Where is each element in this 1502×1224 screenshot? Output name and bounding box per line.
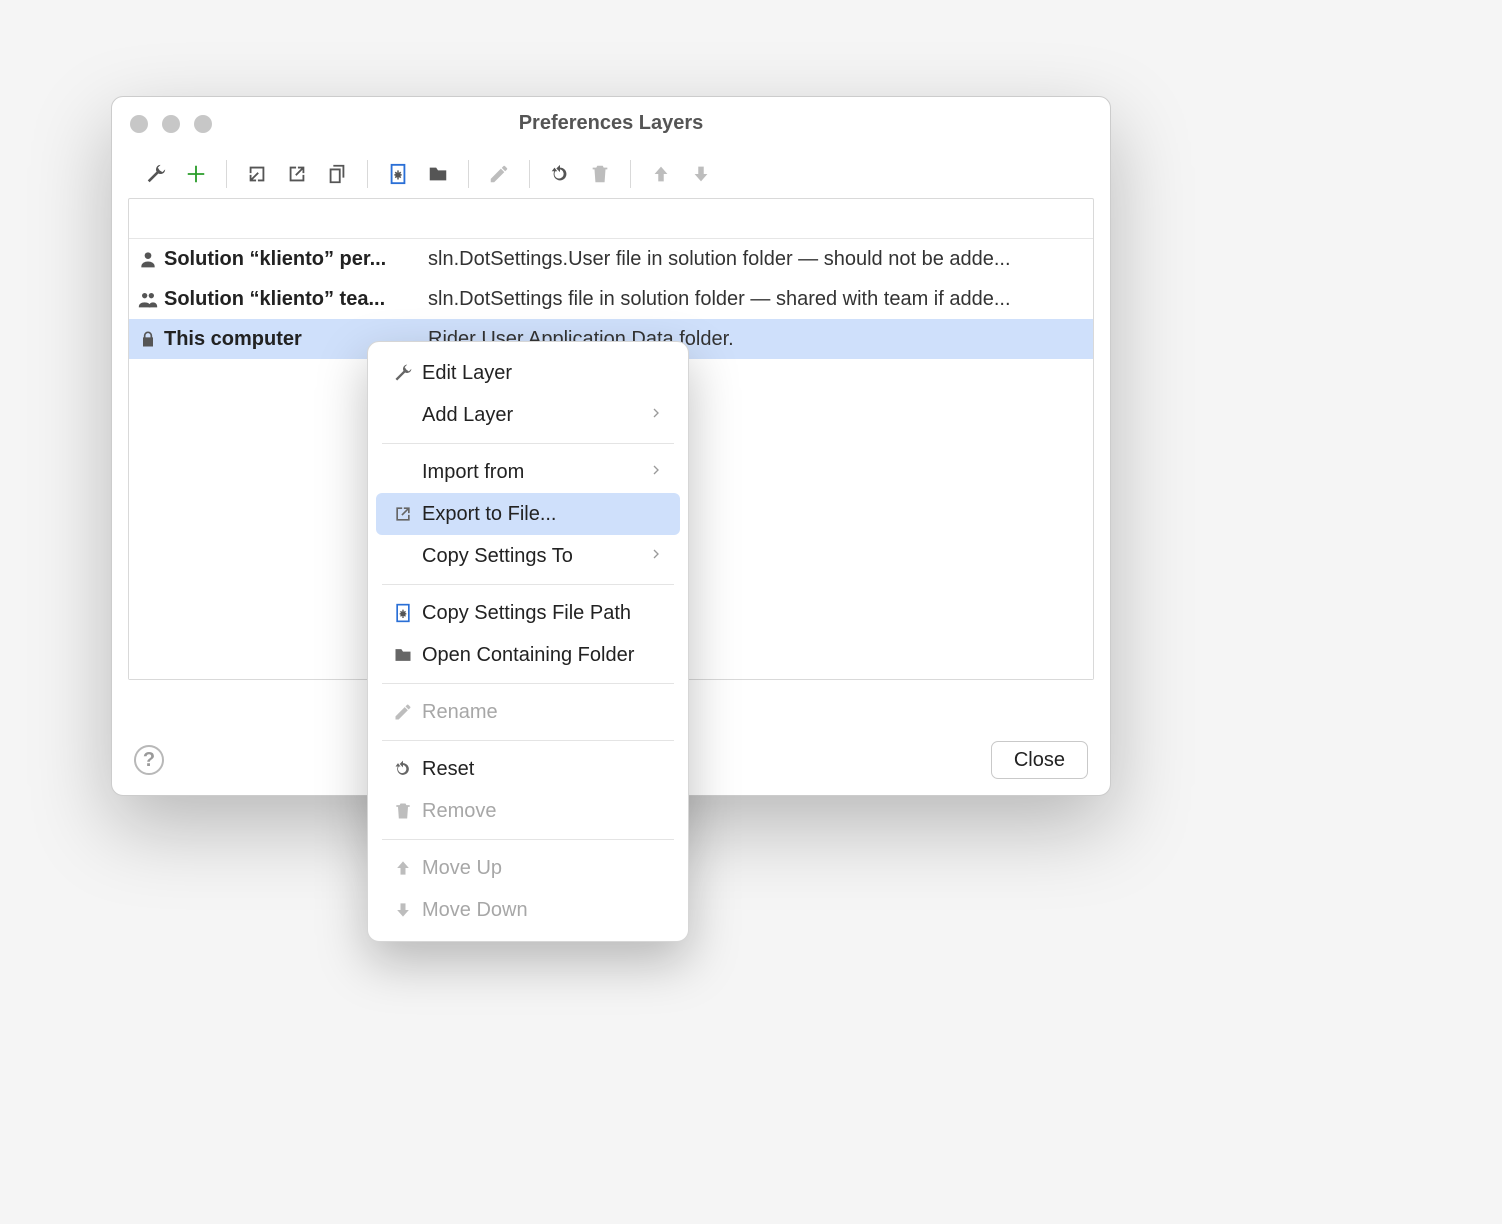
menu-import-from[interactable]: Import from xyxy=(376,451,680,493)
layer-row[interactable]: Solution “kliento” per... sln.DotSetting… xyxy=(129,239,1093,279)
close-button[interactable]: Close xyxy=(991,741,1088,779)
toolbar-separator xyxy=(630,160,631,188)
wrench-icon xyxy=(390,360,416,386)
layers-list-header xyxy=(129,199,1093,239)
menu-move-down: Move Down xyxy=(376,889,680,931)
folder-icon xyxy=(390,642,416,668)
menu-reset[interactable]: Reset xyxy=(376,748,680,790)
pencil-icon xyxy=(390,699,416,725)
toolbar-import[interactable] xyxy=(239,156,275,192)
export-icon xyxy=(390,501,416,527)
lock-icon xyxy=(135,326,161,352)
toolbar-separator xyxy=(367,160,368,188)
toolbar-separator xyxy=(226,160,227,188)
toolbar-edit-layer[interactable] xyxy=(138,156,174,192)
toolbar-export[interactable] xyxy=(279,156,315,192)
toolbar-copy-settings[interactable] xyxy=(319,156,355,192)
menu-edit-layer[interactable]: Edit Layer xyxy=(376,352,680,394)
team-icon xyxy=(135,286,161,312)
toolbar-rename xyxy=(481,156,517,192)
menu-copy-settings-to[interactable]: Copy Settings To xyxy=(376,535,680,577)
context-menu: Edit Layer Add Layer Import from Export … xyxy=(367,341,689,942)
toolbar-copy-path[interactable] xyxy=(380,156,416,192)
layer-description: sln.DotSettings file in solution folder … xyxy=(428,288,1087,311)
menu-remove: Remove xyxy=(376,790,680,832)
help-button[interactable]: ? xyxy=(134,745,164,775)
layer-row[interactable]: Solution “kliento” tea... sln.DotSetting… xyxy=(129,279,1093,319)
menu-rename: Rename xyxy=(376,691,680,733)
trash-icon xyxy=(390,798,416,824)
chevron-right-icon xyxy=(648,461,664,484)
toolbar-separator xyxy=(529,160,530,188)
menu-open-containing-folder[interactable]: Open Containing Folder xyxy=(376,634,680,676)
menu-separator xyxy=(382,683,674,684)
toolbar xyxy=(112,149,1110,199)
titlebar: Preferences Layers xyxy=(112,97,1110,149)
traffic-close[interactable] xyxy=(130,115,148,133)
traffic-minimize[interactable] xyxy=(162,115,180,133)
toolbar-separator xyxy=(468,160,469,188)
toolbar-add-layer[interactable] xyxy=(178,156,214,192)
file-settings-icon xyxy=(390,600,416,626)
chevron-right-icon xyxy=(648,545,664,568)
menu-move-up: Move Up xyxy=(376,847,680,889)
toolbar-open-folder[interactable] xyxy=(420,156,456,192)
toolbar-reset[interactable] xyxy=(542,156,578,192)
menu-export-to-file[interactable]: Export to File... xyxy=(376,493,680,535)
reset-icon xyxy=(390,756,416,782)
menu-separator xyxy=(382,740,674,741)
person-icon xyxy=(135,246,161,272)
menu-separator xyxy=(382,443,674,444)
toolbar-move-down xyxy=(683,156,719,192)
menu-separator xyxy=(382,584,674,585)
layer-name: Solution “kliento” per... xyxy=(164,248,420,271)
arrow-up-icon xyxy=(390,855,416,881)
traffic-zoom[interactable] xyxy=(194,115,212,133)
toolbar-remove xyxy=(582,156,618,192)
layer-name: Solution “kliento” tea... xyxy=(164,288,420,311)
window-title: Preferences Layers xyxy=(519,112,704,135)
menu-copy-settings-file-path[interactable]: Copy Settings File Path xyxy=(376,592,680,634)
menu-add-layer[interactable]: Add Layer xyxy=(376,394,680,436)
toolbar-move-up xyxy=(643,156,679,192)
window-controls xyxy=(130,115,212,133)
menu-separator xyxy=(382,839,674,840)
chevron-right-icon xyxy=(648,404,664,427)
layer-description: sln.DotSettings.User file in solution fo… xyxy=(428,248,1087,271)
arrow-down-icon xyxy=(390,897,416,923)
